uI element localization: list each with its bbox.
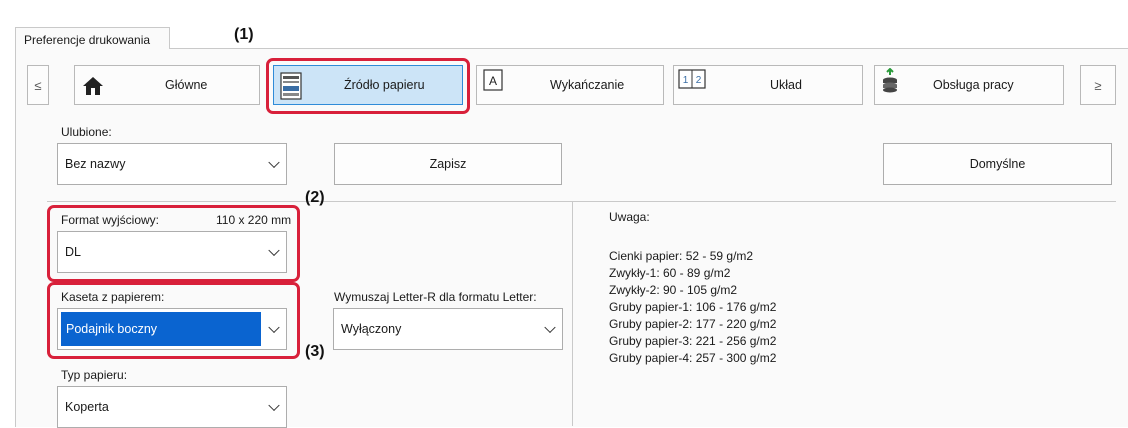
highlight-frame-2 xyxy=(47,205,300,282)
svg-text:2: 2 xyxy=(696,75,702,86)
favorites-value: Bez nazwy xyxy=(65,157,126,171)
nav-label-job-handling: Obsługa pracy xyxy=(933,78,1014,92)
finishing-icon: A xyxy=(483,69,503,91)
favorites-select[interactable]: Bez nazwy xyxy=(57,143,287,185)
paper-type-value: Koperta xyxy=(65,400,109,414)
nav-button-layout[interactable]: 1 2 Układ xyxy=(673,65,863,105)
note-line: Zwykły-1: 60 - 89 g/m2 xyxy=(609,266,731,280)
nav-button-job-handling[interactable]: Obsługa pracy xyxy=(874,65,1064,105)
tab-label: Preferencje drukowania xyxy=(24,33,151,47)
nav-label-main: Główne xyxy=(165,78,208,92)
chevron-down-icon xyxy=(268,156,280,169)
highlight-frame-3 xyxy=(47,282,300,359)
nav-label-finishing: Wykańczanie xyxy=(550,78,625,92)
nav-button-finishing[interactable]: A Wykańczanie xyxy=(476,65,664,105)
callout-1: (1) xyxy=(234,26,254,43)
note-line: Zwykły-2: 90 - 105 g/m2 xyxy=(609,283,738,297)
layout-icon: 1 2 xyxy=(678,69,706,89)
callout-3: (3) xyxy=(305,343,325,360)
home-icon xyxy=(83,77,103,95)
note-divider xyxy=(572,202,573,426)
section-divider xyxy=(47,201,1116,202)
save-button[interactable]: Zapisz xyxy=(334,143,562,185)
note-title: Uwaga: xyxy=(609,210,650,224)
nav-prev-button[interactable]: ≤ xyxy=(27,65,49,105)
force-letter-label: Wymuszaj Letter-R dla formatu Letter: xyxy=(334,290,537,304)
paper-type-select[interactable]: Koperta xyxy=(57,386,287,428)
note-line: Gruby papier-3: 221 - 256 g/m2 xyxy=(609,334,777,348)
tab-preferences[interactable]: Preferencje drukowania xyxy=(15,27,170,49)
favorites-label: Ulubione: xyxy=(61,125,112,139)
svg-text:A: A xyxy=(489,74,497,88)
callout-2: (2) xyxy=(305,189,325,206)
defaults-button[interactable]: Domyślne xyxy=(883,143,1112,185)
note-line: Gruby papier-4: 257 - 300 g/m2 xyxy=(609,351,777,365)
chevron-down-icon xyxy=(268,399,280,412)
note-line: Gruby papier-1: 106 - 176 g/m2 xyxy=(609,300,777,314)
nav-label-layout: Układ xyxy=(770,78,802,92)
note-line: Cienki papier: 52 - 59 g/m2 xyxy=(609,249,754,263)
force-letter-value: Wyłączony xyxy=(341,322,402,336)
chevron-down-icon xyxy=(544,321,556,334)
paper-type-label: Typ papieru: xyxy=(61,368,128,382)
nav-button-main[interactable]: Główne xyxy=(74,65,260,105)
force-letter-select[interactable]: Wyłączony xyxy=(333,308,563,350)
note-line: Gruby papier-2: 177 - 220 g/m2 xyxy=(609,317,777,331)
nav-next-button[interactable]: ≥ xyxy=(1080,65,1116,105)
highlight-frame-1 xyxy=(266,58,470,114)
svg-text:1: 1 xyxy=(683,75,689,86)
job-handling-icon xyxy=(883,68,897,93)
